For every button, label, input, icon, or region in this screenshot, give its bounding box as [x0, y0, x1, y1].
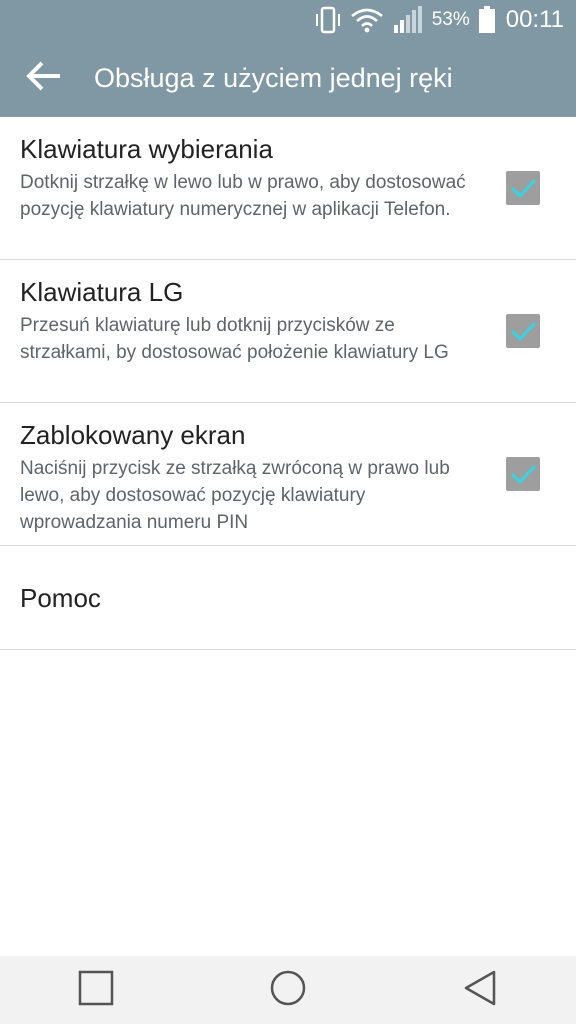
- app-bar: Obsługa z użyciem jednej ręki: [0, 40, 576, 117]
- home-button[interactable]: [248, 956, 328, 1024]
- setting-dial-keypad[interactable]: Klawiatura wybierania Dotknij strzałkę w…: [0, 117, 576, 260]
- dial-keypad-checkbox[interactable]: [506, 171, 540, 205]
- lg-keyboard-checkbox[interactable]: [506, 314, 540, 348]
- settings-list: Klawiatura wybierania Dotknij strzałkę w…: [0, 117, 576, 650]
- setting-description: Przesuń klawiaturę lub dotknij przyciskó…: [20, 315, 449, 363]
- setting-lock-screen[interactable]: Zablokowany ekran Naciśnij przycisk ze s…: [0, 403, 576, 546]
- back-icon: [462, 969, 498, 1012]
- battery-icon: [478, 5, 496, 35]
- back-arrow-icon: [25, 59, 63, 98]
- setting-title: Klawiatura LG: [20, 277, 184, 307]
- setting-title: Klawiatura wybierania: [20, 134, 273, 164]
- recent-apps-icon: [78, 970, 114, 1011]
- help-title: Pomoc: [20, 583, 101, 613]
- page-title: Obsługa z użyciem jednej ręki: [94, 63, 453, 93]
- wifi-icon: [350, 5, 384, 35]
- nav-back-button[interactable]: [440, 956, 520, 1024]
- home-icon: [269, 969, 307, 1012]
- setting-title: Zablokowany ekran: [20, 420, 246, 450]
- clock: 00:11: [505, 6, 564, 33]
- status-icons: 53% 00:11: [314, 0, 564, 40]
- help-item[interactable]: Pomoc: [0, 546, 576, 650]
- setting-description: Dotknij strzałkę w lewo lub w prawo, aby…: [20, 172, 466, 220]
- vibrate-icon: [314, 5, 342, 35]
- navigation-bar: [0, 956, 576, 1024]
- signal-icon: [392, 5, 424, 35]
- check-icon: [510, 178, 537, 199]
- screen: 53% 00:11 Obsługa z użyciem jednej ręki: [0, 0, 576, 1024]
- back-button[interactable]: [8, 40, 80, 117]
- setting-lg-keyboard[interactable]: Klawiatura LG Przesuń klawiaturę lub dot…: [0, 260, 576, 403]
- check-icon: [510, 464, 537, 485]
- setting-description: Naciśnij przycisk ze strzałką zwróconą w…: [20, 458, 450, 533]
- battery-percent: 53%: [431, 9, 470, 30]
- lock-screen-checkbox[interactable]: [506, 457, 540, 491]
- check-icon: [510, 321, 537, 342]
- recent-apps-button[interactable]: [56, 956, 136, 1024]
- status-bar: 53% 00:11: [0, 0, 576, 40]
